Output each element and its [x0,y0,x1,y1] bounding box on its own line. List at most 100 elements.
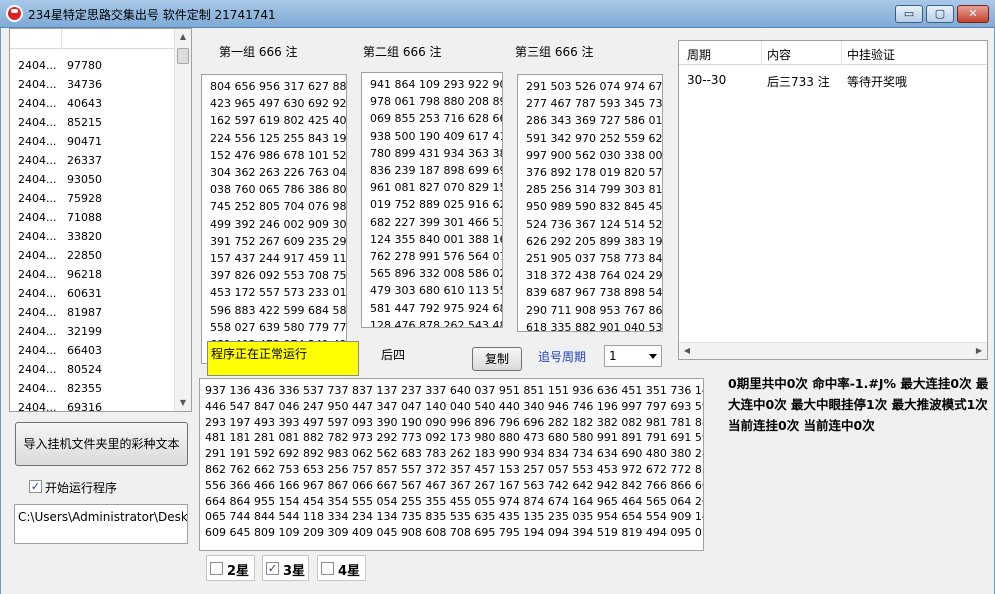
list-item-value: 81987 [67,306,102,319]
scroll-right-arrow-icon[interactable]: ▶ [971,343,987,359]
list-item-value: 40643 [67,97,102,110]
list-item[interactable]: 2404... 93050 [10,171,175,190]
window-title: 234星特定思路交集出号 软件定制 21741741 [28,8,276,22]
client-area: 2404... 97780 2404... 34736 2404... 40643 2… [0,28,995,594]
list-item[interactable]: 2404... 80524 [10,361,175,380]
grid-header: 周期 内容 中挂验证 [679,41,987,65]
chevron-down-icon [649,354,657,359]
list-item-value: 93050 [67,173,102,186]
list-item-value: 71088 [67,211,102,224]
list-item[interactable]: 2404... 85215 [10,114,175,133]
group2-numbers[interactable]: 941 864 109 293 922 909 978 061 798 880 … [361,72,503,328]
verification-grid[interactable]: 周期 内容 中挂验证 30--30 后三733 注 等待开奖哦 ◀ ▶ [678,40,988,360]
star4-label: 4星 [338,564,361,579]
list-item-value: 60631 [67,287,102,300]
list-item-period: 2404... [18,268,57,281]
list-item[interactable]: 2404... 32199 [10,323,175,342]
table-row[interactable]: 30--30 后三733 注 等待开奖哦 [679,71,987,91]
import-text-button[interactable]: 导入挂机文件夹里的彩种文本 [15,422,188,466]
grid-header-content[interactable]: 内容 [767,46,791,63]
group3-numbers[interactable]: 291 503 526 074 974 676 277 467 787 593 … [517,74,663,332]
list-item-period: 2404... [18,230,57,243]
list-item[interactable]: 2404... 69316 [10,399,175,412]
star2-checkbox[interactable] [210,562,223,575]
star3-option[interactable]: ✓ 3星 [262,555,309,581]
list-item-value: 80524 [67,363,102,376]
copy-button[interactable]: 复制 [472,347,522,371]
start-program-checkbox[interactable]: ✓ [29,480,42,493]
scroll-up-arrow-icon[interactable]: ▲ [175,29,191,45]
intersection-results[interactable]: 937 136 436 336 537 737 837 137 237 337 … [199,378,704,551]
list-item[interactable]: 2404... 60631 [10,285,175,304]
list-item[interactable]: 2404... 90471 [10,133,175,152]
grid-horizontal-scrollbar[interactable]: ◀ ▶ [679,342,987,359]
list-item-period: 2404... [18,135,57,148]
restore-button[interactable]: ▢ [926,5,954,23]
scroll-left-arrow-icon[interactable]: ◀ [679,343,695,359]
list-item[interactable]: 2404... 22850 [10,247,175,266]
list-item-period: 2404... [18,382,57,395]
list-item-period: 2404... [18,211,57,224]
list-item-period: 2404... [18,116,57,129]
list-item-period: 2404... [18,306,57,319]
grid-header-verify[interactable]: 中挂验证 [847,46,895,63]
chase-period-select[interactable]: 1 [604,345,662,367]
list-header-col-period[interactable] [10,29,62,49]
list-item-period: 2404... [18,192,57,205]
list-item-value: 96218 [67,268,102,281]
list-item[interactable]: 2404... 82355 [10,380,175,399]
list-item[interactable]: 2404... 71088 [10,209,175,228]
list-rows: 2404... 97780 2404... 34736 2404... 40643 2… [10,57,175,412]
list-item-period: 2404... [18,97,57,110]
row-verify: 等待开奖哦 [847,75,908,89]
list-item[interactable]: 2404... 66403 [10,342,175,361]
star4-option[interactable]: 4星 [317,555,366,581]
list-item[interactable]: 2404... 81987 [10,304,175,323]
list-item-value: 22850 [67,249,102,262]
list-item-period: 2404... [18,78,57,91]
scroll-down-arrow-icon[interactable]: ▼ [175,395,191,411]
list-header [10,29,175,49]
list-item[interactable]: 2404... 34736 [10,76,175,95]
row-period: 30--30 [687,73,727,87]
list-item-period: 2404... [18,249,57,262]
start-program-label: 开始运行程序 [45,481,118,495]
list-item-period: 2404... [18,287,57,300]
star2-option[interactable]: 2星 [206,555,255,581]
hit-statistics: 0期里共中0次 命中率-1.#J% 最大连挂0次 最大连中0次 最大中眼挂停1次… [728,376,989,433]
list-vertical-scrollbar[interactable]: ▲ ▼ [174,29,191,411]
list-item[interactable]: 2404... 75928 [10,190,175,209]
group3-label: 第三组 666 注 [515,45,594,59]
list-item[interactable]: 2404... 26337 [10,152,175,171]
minimize-button[interactable]: ▭ [895,5,923,23]
group1-numbers[interactable]: 804 656 956 317 627 888 423 965 497 630 … [201,74,347,364]
group1-label: 第一组 666 注 [219,45,298,59]
list-item-value: 33820 [67,230,102,243]
list-item-value: 26337 [67,154,102,167]
list-item[interactable]: 2404... 40643 [10,95,175,114]
scroll-thumb[interactable] [177,48,189,64]
list-item-period: 2404... [18,154,57,167]
list-item-value: 97780 [67,59,102,72]
list-item-value: 82355 [67,382,102,395]
list-item-period: 2404... [18,325,57,338]
close-button[interactable]: ✕ [957,5,989,23]
position-label: 后四 [381,348,406,362]
list-item-period: 2404... [18,363,57,376]
list-item[interactable]: 2404... 97780 [10,57,175,76]
list-item-value: 85215 [67,116,102,129]
star3-checkbox[interactable]: ✓ [266,562,279,575]
grid-header-period[interactable]: 周期 [687,46,711,63]
list-item-value: 69316 [67,401,102,412]
star3-label: 3星 [283,564,306,579]
list-item-value: 66403 [67,344,102,357]
list-item-value: 90471 [67,135,102,148]
star4-checkbox[interactable] [321,562,334,575]
group2-label: 第二组 666 注 [363,45,442,59]
list-item-period: 2404... [18,401,57,412]
list-item[interactable]: 2404... 33820 [10,228,175,247]
list-item-value: 34736 [67,78,102,91]
file-path-field[interactable]: C:\Users\Administrator\Deskto [14,504,188,544]
list-item[interactable]: 2404... 96218 [10,266,175,285]
draw-history-list[interactable]: 2404... 97780 2404... 34736 2404... 40643 2… [9,28,192,412]
